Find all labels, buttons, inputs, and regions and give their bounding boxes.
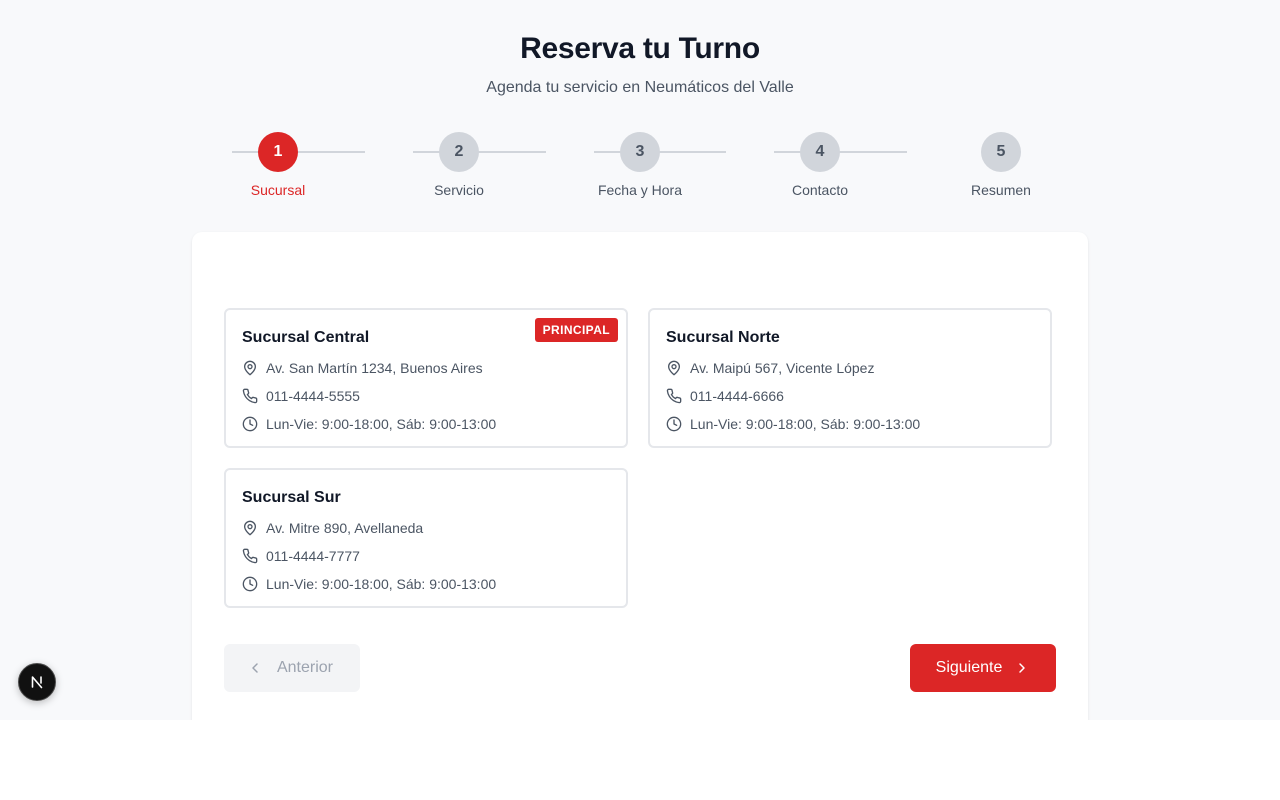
phone-text: 011-4444-6666 [690, 388, 784, 404]
next-button[interactable]: Siguiente [910, 644, 1056, 692]
map-pin-icon [244, 520, 256, 536]
address-text: Av. Mitre 890, Avellaneda [266, 520, 424, 536]
step-contacto[interactable]: 4 Contacto [750, 132, 890, 198]
branch-name: Sucursal Sur [242, 489, 341, 506]
principal-badge: PRINCIPAL [534, 318, 618, 342]
branch-address: Av. Mitre 890, Avellaneda [242, 518, 423, 538]
step-number: 3 [620, 132, 660, 172]
step-number: 2 [439, 132, 479, 172]
step-label: Contacto [791, 182, 849, 198]
branch-name: Sucursal Central [242, 329, 370, 346]
step-resumen[interactable]: 5 Resumen [931, 132, 1071, 198]
hours-text: Lun-Vie: 9:00-18:00, Sáb: 9:00-13:00 [690, 416, 921, 432]
clock-icon [242, 416, 258, 432]
branch-option-sur[interactable]: Sucursal Sur Av. Mitre 890, Avellaneda 0… [224, 468, 628, 608]
previous-label: Anterior [276, 659, 334, 676]
chevron-left-icon [252, 663, 258, 673]
step-number: 4 [800, 132, 840, 172]
phone-icon [242, 548, 258, 564]
step-number: 5 [981, 132, 1021, 172]
phone-icon [242, 388, 258, 404]
hours-text: Lun-Vie: 9:00-18:00, Sáb: 9:00-13:00 [266, 576, 497, 592]
branch-phone: 011-4444-7777 [242, 546, 360, 566]
map-pin-icon [668, 360, 680, 376]
phone-icon [666, 388, 682, 404]
branch-phone: 011-4444-5555 [242, 386, 360, 406]
branch-address: Av. Maipú 567, Vicente López [666, 358, 874, 378]
map-pin-icon [244, 360, 256, 376]
phone-text: 011-4444-5555 [266, 388, 360, 404]
address-text: Av. San Martín 1234, Buenos Aires [266, 360, 483, 376]
step-label: Servicio [434, 182, 484, 198]
step-label: Resumen [971, 182, 1031, 198]
step-fecha-hora[interactable]: 3 Fecha y Hora [570, 132, 710, 198]
step-label: Fecha y Hora [597, 182, 683, 198]
clock-icon [242, 576, 258, 592]
branch-address: Av. San Martín 1234, Buenos Aires [242, 358, 483, 378]
branch-hours: Lun-Vie: 9:00-18:00, Sáb: 9:00-13:00 [242, 574, 496, 594]
booking-page: Reserva tu Turno Agenda tu servicio en N… [0, 0, 1280, 720]
chevron-right-icon [1019, 663, 1026, 673]
page-title: Reserva tu Turno [520, 32, 760, 65]
branch-hours: Lun-Vie: 9:00-18:00, Sáb: 9:00-13:00 [242, 414, 496, 434]
branch-name: Sucursal Norte [666, 329, 780, 346]
step-label: Sucursal [250, 182, 306, 198]
nextjs-dev-badge[interactable] [18, 663, 56, 701]
branch-option-central[interactable]: Sucursal Central PRINCIPAL Av. San Martí… [224, 308, 628, 448]
hours-text: Lun-Vie: 9:00-18:00, Sáb: 9:00-13:00 [266, 416, 497, 432]
previous-button[interactable]: Anterior [224, 644, 360, 692]
step-number: 1 [258, 132, 298, 172]
branch-option-norte[interactable]: Sucursal Norte Av. Maipú 567, Vicente Ló… [648, 308, 1052, 448]
address-text: Av. Maipú 567, Vicente López [690, 360, 875, 376]
step-servicio[interactable]: 2 Servicio [389, 132, 529, 198]
progress-stepper: 1 Sucursal 2 Servicio 3 Fecha y Hora 4 C… [0, 132, 1280, 202]
phone-text: 011-4444-7777 [266, 548, 360, 564]
page-subtitle: Agenda tu servicio en Neumáticos del Val… [486, 79, 794, 96]
clock-icon [666, 416, 682, 432]
nextjs-logo-icon [31, 676, 43, 689]
branch-phone: 011-4444-6666 [666, 386, 784, 406]
booking-card: Sucursal Central PRINCIPAL Av. San Martí… [192, 232, 1088, 720]
branch-hours: Lun-Vie: 9:00-18:00, Sáb: 9:00-13:00 [666, 414, 920, 434]
next-label: Siguiente [935, 659, 1003, 676]
step-sucursal[interactable]: 1 Sucursal [208, 132, 348, 198]
